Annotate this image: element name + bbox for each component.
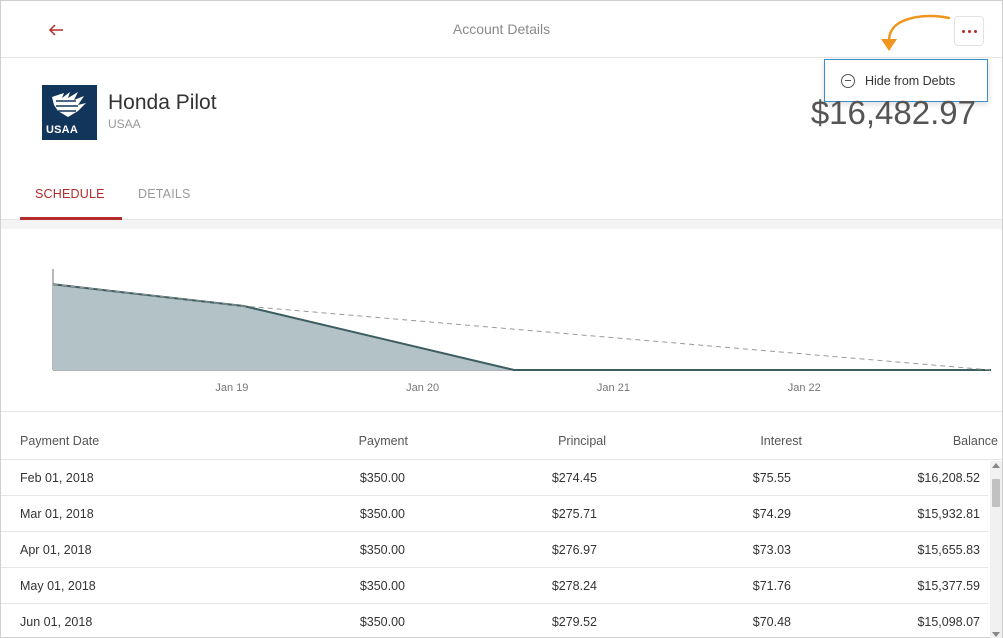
x-tick-label: Jan 21 [597,382,630,394]
schedule-table-body: Feb 01, 2018 $350.00 $274.45 $75.55 $16,… [1,460,988,638]
scroll-down-arrow-icon[interactable] [992,632,1000,637]
account-balance: $16,482.97 [810,94,976,131]
table-row[interactable]: Feb 01, 2018 $350.00 $274.45 $75.55 $16,… [1,460,988,496]
cell-interest: $71.76 [752,579,791,593]
amortization-chart: Jan 19 Jan 20 Jan 21 Jan 22 [1,229,1002,412]
cell-payment-date: May 01, 2018 [20,579,96,593]
chart-svg: Jan 19 Jan 20 Jan 21 Jan 22 [52,269,992,394]
account-name: Honda Pilot [108,91,217,114]
eagle-icon [52,92,86,117]
usaa-logo: USAA [42,85,97,140]
table-row[interactable]: Mar 01, 2018 $350.00 $275.71 $74.29 $15,… [1,496,988,532]
cell-principal: $274.45 [551,471,597,485]
more-dots-icon [961,29,965,33]
chart-top-band [1,220,1002,229]
cell-payment: $350.00 [359,507,405,521]
tab-details[interactable]: DETAILS [138,187,191,201]
cell-payment: $350.00 [359,615,405,629]
cell-payment-date: Mar 01, 2018 [20,507,94,521]
tab-schedule[interactable]: SCHEDULE [35,187,105,201]
column-header-principal[interactable]: Principal [558,434,606,448]
column-header-balance[interactable]: Balance [953,434,998,448]
column-header-payment-date[interactable]: Payment Date [20,434,99,448]
menu-item-label: Hide from Debts [865,73,956,88]
cell-payment: $350.00 [359,471,405,485]
cell-balance: $15,377.59 [917,579,980,593]
column-header-payment[interactable]: Payment [359,434,408,448]
tab-bar: SCHEDULE DETAILS [1,174,1002,220]
cell-balance: $15,932.81 [917,507,980,521]
cell-principal: $275.71 [551,507,597,521]
x-tick-label: Jan 20 [406,382,439,394]
table-row[interactable]: Jun 01, 2018 $350.00 $279.52 $70.48 $15,… [1,604,988,638]
cell-payment: $350.00 [359,579,405,593]
cell-principal: $279.52 [551,615,597,629]
cell-balance: $15,655.83 [917,543,980,557]
cell-payment-date: Apr 01, 2018 [20,543,92,557]
cell-payment-date: Jun 01, 2018 [20,615,93,629]
cell-payment-date: Feb 01, 2018 [20,471,94,485]
app-header: Account Details [1,1,1002,58]
cell-principal: $278.24 [551,579,597,593]
table-row[interactable]: May 01, 2018 $350.00 $278.24 $71.76 $15,… [1,568,988,604]
cell-interest: $70.48 [752,615,791,629]
page-title: Account Details [452,21,551,37]
logo-text: USAA [46,124,78,136]
x-tick-label: Jan 22 [788,382,821,394]
scroll-thumb[interactable] [992,479,1000,507]
table-header: Payment Date Payment Principal Interest … [1,422,1002,460]
table-scrollbar[interactable] [990,461,1002,638]
minus-circle-icon [841,73,855,88]
x-tick-label: Jan 19 [215,382,248,394]
cell-principal: $276.97 [551,543,597,557]
cell-interest: $75.55 [752,471,791,485]
app-window: Account Details Hide from Debts USAA Hon… [0,0,1003,638]
cell-interest: $74.29 [752,507,791,521]
series-area-fill [53,284,991,370]
column-header-interest[interactable]: Interest [760,434,802,448]
table-row[interactable]: Apr 01, 2018 $350.00 $276.97 $73.03 $15,… [1,532,988,568]
scroll-up-arrow-icon[interactable] [992,463,1000,468]
account-institution: USAA [108,117,141,131]
more-options-button[interactable] [954,16,984,46]
cell-payment: $350.00 [359,543,405,557]
cell-interest: $73.03 [752,543,791,557]
cell-balance: $15,098.07 [917,615,980,629]
cell-balance: $16,208.52 [917,471,980,485]
